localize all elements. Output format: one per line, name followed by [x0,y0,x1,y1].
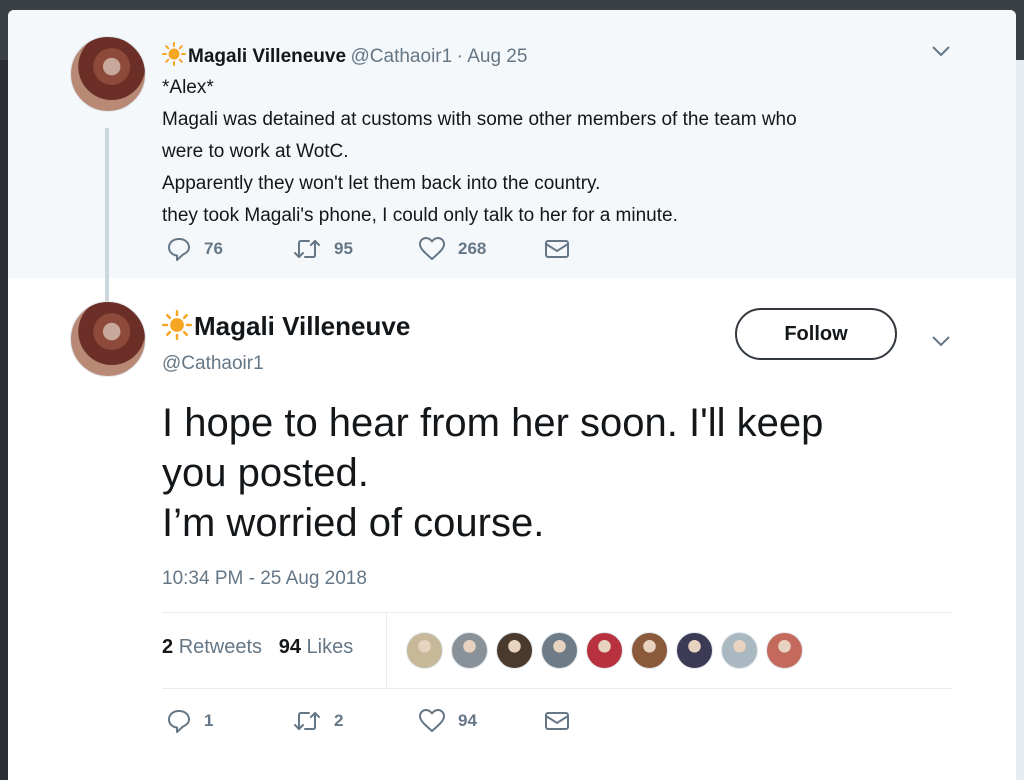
liker-avatar[interactable] [631,632,668,669]
likes-stat[interactable]: 94 Likes [279,636,354,658]
chevron-down-icon[interactable] [930,44,952,58]
liker-avatar[interactable] [541,632,578,669]
tweet-text-line: were to work at WotC. [162,141,349,162]
divider [162,688,952,689]
direct-message-button[interactable] [544,710,582,732]
handle[interactable]: @Cathaoir1 [351,46,453,67]
likes-label: Likes [306,636,354,658]
reply-button[interactable]: 1 [166,708,292,734]
avatar[interactable] [70,36,146,112]
parent-tweet-text: *Alex* Magali was detained at customs wi… [162,72,942,232]
divider [162,612,952,613]
retweet-icon [294,712,320,730]
envelope-icon [545,240,569,258]
tweet-text-line: you posted. [162,451,369,495]
tweet-text-line: they took Magali's phone, I could only t… [162,205,678,226]
sun-icon [162,310,192,340]
retweet-button[interactable]: 95 [292,236,418,262]
like-count: 268 [458,239,487,258]
like-total: 94 [278,636,301,658]
follow-button[interactable]: Follow [735,308,897,360]
main-tweet-actions: 1 2 94 [166,708,582,734]
liker-avatar[interactable] [586,632,623,669]
parent-tweet-header: Magali Villeneuve @Cathaoir1 · Aug 25 [162,42,527,68]
retweet-icon [294,240,320,258]
tweet-stats: 2 Retweets 94 Likes [162,636,353,659]
like-button[interactable]: 268 [418,236,544,262]
tweet-date[interactable]: · Aug 25 [457,46,528,67]
retweet-count: 95 [334,239,353,258]
retweets-label: Retweets [178,636,263,658]
chevron-down-icon[interactable] [930,334,952,348]
liker-avatar[interactable] [496,632,533,669]
tweet-text-line: Apparently they won't let them back into… [162,173,601,194]
liker-avatar[interactable] [766,632,803,669]
liker-avatar[interactable] [676,632,713,669]
reply-count: 1 [204,711,214,730]
reply-button[interactable]: 76 [166,236,292,262]
tweet-text-line: *Alex* [162,77,214,98]
envelope-icon [545,712,569,730]
retweet-count: 2 [334,711,344,730]
direct-message-button[interactable] [544,238,582,260]
main-tweet-display-name[interactable]: Magali Villeneuve [162,310,410,342]
heart-icon [419,237,445,260]
retweet-total: 2 [162,636,174,658]
stats-separator [386,613,387,689]
display-name[interactable]: Magali Villeneuve [188,46,346,67]
liker-avatar[interactable] [721,632,758,669]
retweets-stat[interactable]: 2 Retweets [162,636,262,658]
tweet-text-line: I’m worried of course. [162,501,545,545]
tweet-permalink-card: Magali Villeneuve @Cathaoir1 · Aug 25 *A… [8,10,1016,780]
thread-connector-line [105,128,109,304]
parent-tweet-actions: 76 95 268 [166,236,582,262]
tweet-text-line: Magali was detained at customs with some… [162,109,797,130]
main-tweet-text: I hope to hear from her soon. I'll keep … [162,398,962,548]
liker-avatars [406,632,811,669]
liker-avatar[interactable] [451,632,488,669]
tweet-timestamp[interactable]: 10:34 PM - 25 Aug 2018 [162,568,367,590]
parent-tweet[interactable]: Magali Villeneuve @Cathaoir1 · Aug 25 *A… [8,10,1016,278]
like-button[interactable]: 94 [418,708,544,734]
reply-icon [168,710,190,733]
liker-avatar[interactable] [406,632,443,669]
tweet-text-line: I hope to hear from her soon. I'll keep [162,401,824,445]
handle[interactable]: @Cathaoir1 [162,353,264,375]
sun-icon [162,42,186,66]
like-count: 94 [458,711,477,730]
display-name: Magali Villeneuve [194,311,411,341]
reply-count: 76 [204,239,223,258]
reply-icon [168,238,190,261]
retweet-button[interactable]: 2 [292,708,418,734]
avatar[interactable] [70,301,146,377]
heart-icon [419,709,445,732]
